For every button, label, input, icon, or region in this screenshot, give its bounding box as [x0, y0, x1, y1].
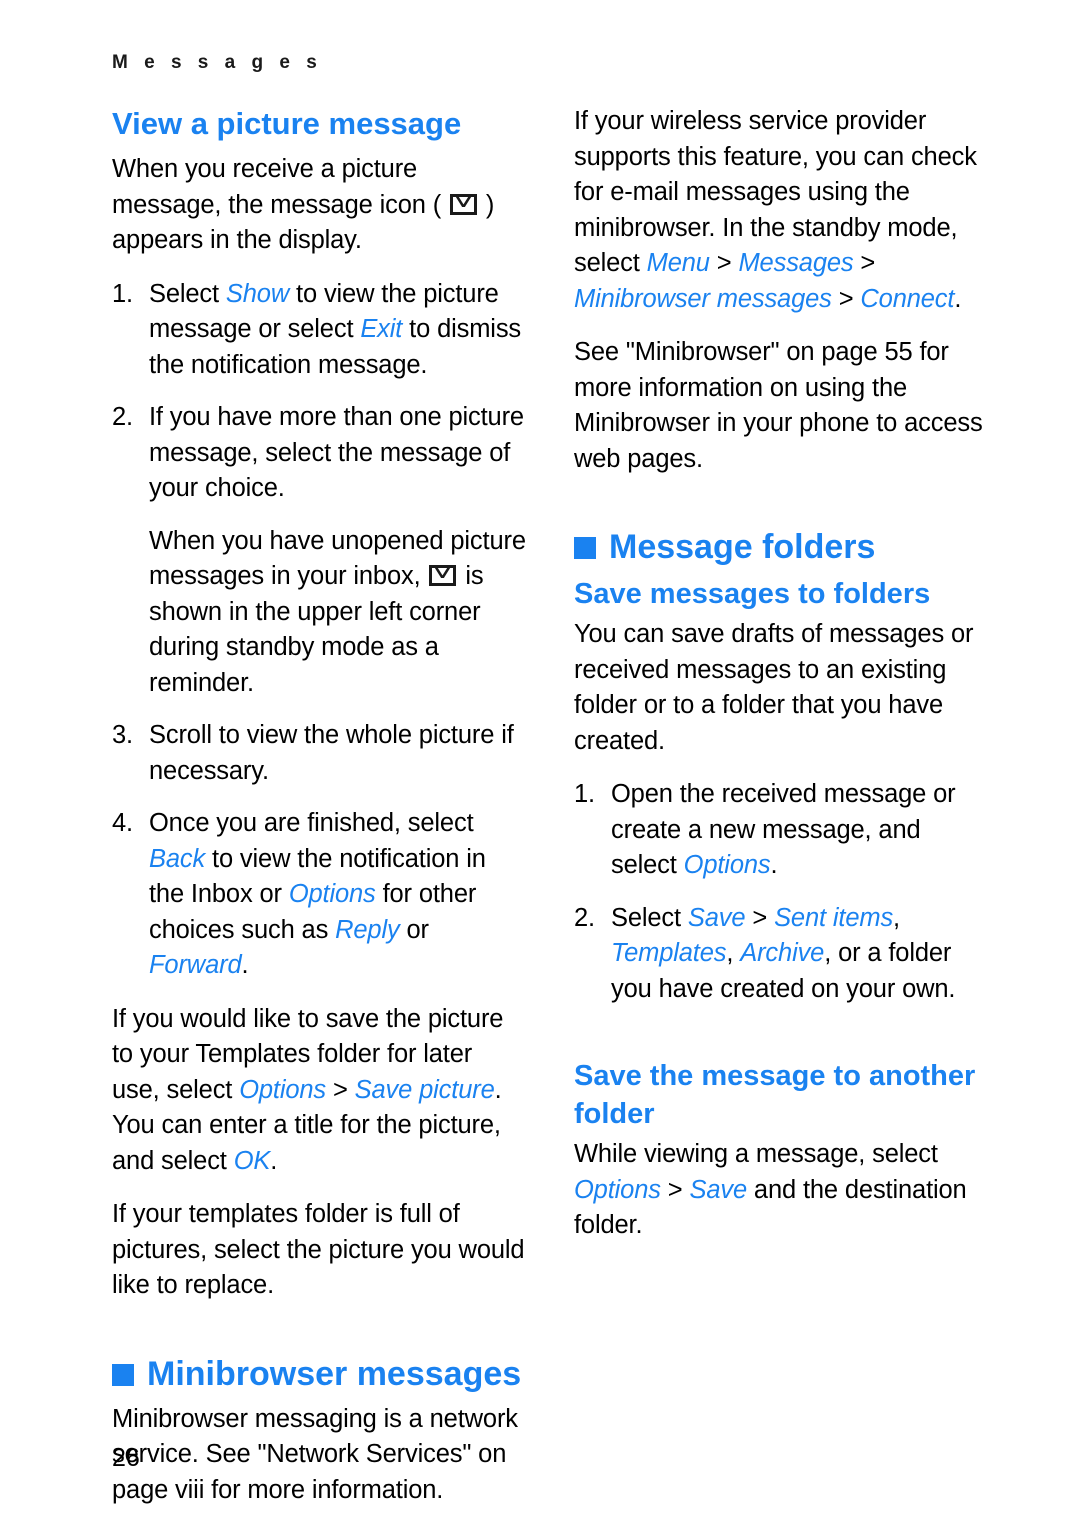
step-sub-paragraph: When you have unopened picture messages …	[149, 524, 526, 702]
text-run: .	[241, 951, 249, 979]
paragraph-see-minibrowser-page-55: See "Minibrowser" on page 55 for more in…	[574, 338, 983, 473]
ui-term: Minibrowser messages	[574, 284, 832, 313]
ui-term: Archive	[740, 939, 825, 967]
steps-view-picture-message: 1. Select Show to view the picture messa…	[112, 277, 526, 984]
step-number: 1.	[112, 279, 133, 308]
text-run: ,	[726, 939, 741, 967]
step-text: If you have more than one picture messag…	[149, 403, 524, 502]
paragraph-save-picture: If you would like to save the picture to…	[112, 1002, 526, 1180]
running-head: M e s s a g e s	[112, 52, 323, 73]
ui-term: Sent items	[774, 903, 894, 932]
menu-separator: >	[745, 903, 775, 932]
ui-term: Options	[239, 1075, 327, 1104]
paragraph-message-icon-intro: When you receive a picture message, the …	[112, 152, 526, 259]
heading-save-messages-to-folders: Save messages to folders	[574, 578, 931, 610]
menu-separator: >	[326, 1075, 355, 1104]
text-run: While viewing a message, select	[574, 1140, 938, 1168]
left-column: View a picture message When you receive …	[112, 104, 526, 1526]
list-item: 4. Once you are finished, select Back to…	[112, 806, 526, 984]
text-run: Open the received message or create a ne…	[611, 780, 956, 879]
manual-page: M e s s a g e s View a picture message W…	[0, 0, 1080, 1530]
ui-term: Forward	[149, 951, 242, 979]
step-text: Open the received message or create a ne…	[611, 780, 956, 879]
step-number: 4.	[112, 809, 133, 837]
list-item: 3. Scroll to view the whole picture if n…	[112, 718, 526, 789]
list-item: 1. Open the received message or create a…	[574, 777, 988, 884]
list-item: 2. Select Save > Sent items, Templates, …	[574, 901, 988, 1008]
list-item: 1. Select Show to view the picture messa…	[112, 277, 526, 384]
heading-view-a-picture-message: View a picture message	[112, 106, 462, 141]
step-text: Select Show to view the picture message …	[149, 280, 521, 379]
paragraph-templates-folder-full: If your templates folder is full of pict…	[112, 1200, 525, 1299]
paragraph-wireless-service-provider: If your wireless service provider suppor…	[574, 104, 988, 317]
text-run: or	[399, 915, 430, 944]
right-column: If your wireless service provider suppor…	[574, 104, 988, 1526]
step-number: 2.	[112, 403, 133, 431]
menu-separator: >	[660, 1175, 690, 1204]
envelope-icon	[429, 565, 457, 586]
ui-term: Reply	[335, 915, 400, 944]
text-run: .	[270, 1146, 278, 1175]
menu-separator: >	[853, 249, 876, 277]
step-text: Scroll to view the whole picture if nece…	[149, 721, 514, 785]
ui-term: Templates	[611, 939, 727, 967]
paragraph-minibrowser-network-service: Minibrowser messaging is a network servi…	[112, 1404, 518, 1504]
two-column-body: View a picture message When you receive …	[0, 104, 1080, 1526]
ui-term: Options	[683, 851, 771, 879]
step-number: 3.	[112, 721, 133, 749]
list-item: 2. If you have more than one picture mes…	[112, 400, 526, 701]
ui-term: Back	[149, 844, 206, 873]
square-bullet-icon	[574, 537, 596, 559]
text-run: Scroll to view the whole picture if nece…	[149, 721, 514, 785]
heading-label: Minibrowser messages	[147, 1354, 522, 1393]
text-run: .	[770, 851, 778, 879]
text-run: .	[954, 284, 962, 313]
ui-term: Connect	[860, 284, 955, 313]
ui-term: Save	[687, 903, 746, 932]
menu-separator: >	[709, 249, 739, 277]
text-run: If you have more than one picture messag…	[149, 403, 524, 502]
page-number: 26	[112, 1444, 140, 1472]
heading-minibrowser-messages: Minibrowser messages	[112, 1354, 526, 1394]
envelope-icon	[449, 193, 477, 215]
step-text: Once you are finished, select Back to vi…	[149, 809, 486, 979]
text-run: Once you are finished, select	[149, 809, 474, 837]
heading-message-folders: Message folders	[574, 527, 988, 567]
paragraph-save-drafts: You can save drafts of messages or recei…	[574, 620, 974, 755]
text-run: Select	[611, 903, 688, 932]
paragraph-while-viewing-a-message: While viewing a message, select Options …	[574, 1137, 988, 1244]
steps-save-messages-to-folders: 1. Open the received message or create a…	[574, 777, 988, 1007]
menu-separator: >	[831, 284, 861, 313]
ui-term: Show	[225, 279, 290, 308]
step-number: 2.	[574, 903, 595, 932]
ui-term: Messages	[738, 249, 854, 277]
heading-label: Message folders	[609, 528, 876, 566]
square-bullet-icon	[112, 1363, 134, 1386]
step-text: Select Save > Sent items, Templates, Arc…	[611, 903, 956, 1003]
step-number: 1.	[574, 780, 595, 808]
heading-save-the-message-to-another-folder: Save the message to another folder	[574, 1060, 976, 1130]
text-run: Select	[149, 279, 226, 308]
ui-term: Exit	[360, 315, 403, 343]
ui-term: OK	[233, 1146, 271, 1175]
ui-term: Save picture	[354, 1075, 495, 1104]
ui-term: Menu	[646, 249, 710, 277]
ui-term: Options	[574, 1175, 661, 1204]
intro-text-before-icon: When you receive a picture message, the …	[112, 155, 448, 219]
text-run: ,	[893, 903, 900, 932]
ui-term: Options	[288, 880, 376, 908]
ui-term: Save	[689, 1175, 747, 1204]
